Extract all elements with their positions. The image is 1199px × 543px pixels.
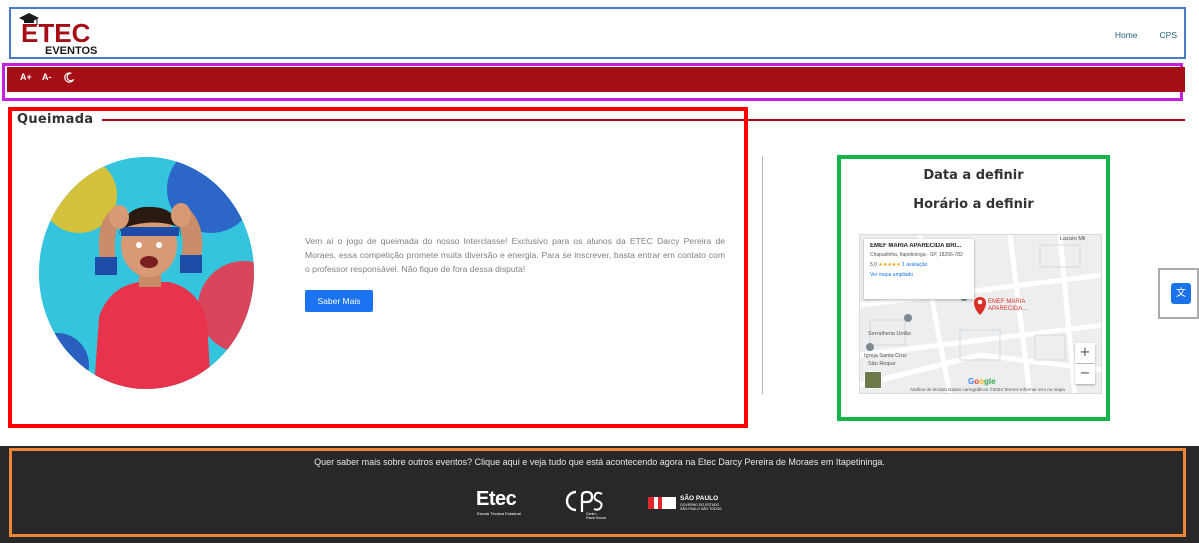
cps-logo-subtitle-line-2: Paula Souza xyxy=(586,516,606,520)
footer-events-link[interactable]: Quer saber mais sobre outros eventos? Cl… xyxy=(0,457,1199,467)
map-street-label: Igreja Santa Cruz xyxy=(864,353,907,359)
map-place-card: EMEF MARIA APARECIDA BRI... Chapadinha, … xyxy=(864,239,974,299)
logo-graphic: ETEC EVENTOS xyxy=(19,13,97,57)
etec-footer-logo-subtitle: Escola Técnica Estadual xyxy=(477,511,521,516)
sp-logo-graphic xyxy=(648,497,676,509)
etec-footer-logo: Etec xyxy=(476,488,517,510)
map-reviews-link[interactable]: 1 avaliação xyxy=(902,262,927,268)
google-logo: Google xyxy=(968,377,996,386)
event-date: Data a definir xyxy=(923,168,1024,183)
main-nav: Home CPS xyxy=(1115,30,1177,40)
etec-eventos-logo[interactable]: ETEC EVENTOS xyxy=(17,12,107,57)
map-place-address: Chapadinha, Itapetininga - SP, 18206-782 xyxy=(870,252,963,258)
logo-text-sub: EVENTOS xyxy=(45,45,97,56)
saber-mais-button[interactable]: Saber Mais xyxy=(305,290,373,312)
dark-mode-toggle[interactable] xyxy=(64,72,75,85)
dodgeball-illustration xyxy=(39,157,254,389)
google-logo-letter: gle xyxy=(984,377,996,386)
map-street-label: Lazaro Mil xyxy=(1060,236,1086,242)
map-expand-link[interactable]: Ver mapa ampliado xyxy=(870,272,968,278)
map-attribution[interactable]: Atalhos do teclado Dados cartográficos ©… xyxy=(910,387,1065,392)
cps-logo-subtitle: Centro Paula Souza xyxy=(586,512,606,520)
header-highlight-outline xyxy=(9,7,1186,59)
vertical-divider xyxy=(762,156,763,394)
map-street-label: Serralheria União xyxy=(868,331,911,337)
increase-font-button[interactable]: A+ xyxy=(20,72,32,82)
map-place-name: EMEF MARIA APARECIDA BRI... xyxy=(870,243,962,249)
event-time: Horário a definir xyxy=(913,197,1034,212)
map-pin-label-line-2: APARECIDA... xyxy=(988,306,1028,312)
map-rating-stars: ★★★★★ xyxy=(878,262,901,268)
embedded-map[interactable]: EMEF MARIA APARECIDA BRI... Chapadinha, … xyxy=(859,234,1102,394)
map-satellite-toggle[interactable] xyxy=(864,371,882,389)
nav-cps-link[interactable]: CPS xyxy=(1160,30,1177,40)
map-pin-label-line-1: EMEF MARIA xyxy=(988,299,1026,305)
map-pin-label: EMEF MARIA APARECIDA... xyxy=(988,299,1027,313)
event-photo xyxy=(39,157,254,389)
sp-government-logo xyxy=(648,495,678,515)
translate-icon: 文 xyxy=(1176,288,1186,299)
nav-home-link[interactable]: Home xyxy=(1115,30,1138,40)
logo-text-main: ETEC xyxy=(21,18,91,48)
event-description: Vem aí o jogo de queimada do nosso Inter… xyxy=(305,236,725,274)
sp-logo-title: SÃO PAULO xyxy=(680,495,719,502)
map-street-label: São Roque xyxy=(868,361,896,367)
accessibility-bar xyxy=(7,67,1185,92)
translate-button[interactable]: 文 xyxy=(1171,283,1191,304)
sp-logo-subtitle: GOVERNO DO ESTADO SÃO PAULO SÃO TODOS xyxy=(680,503,722,511)
moon-icon xyxy=(64,72,75,83)
decrease-font-button[interactable]: A- xyxy=(42,72,52,82)
map-zoom-in-button[interactable]: + xyxy=(1075,343,1095,363)
sp-logo-subtitle-line-2: SÃO PAULO SÃO TODOS xyxy=(680,507,722,511)
map-zoom-out-button[interactable]: − xyxy=(1075,364,1095,384)
map-rating-value: 5,0 xyxy=(870,262,877,268)
map-place-rating: 5,0 ★★★★★ 1 avaliação xyxy=(870,262,968,268)
